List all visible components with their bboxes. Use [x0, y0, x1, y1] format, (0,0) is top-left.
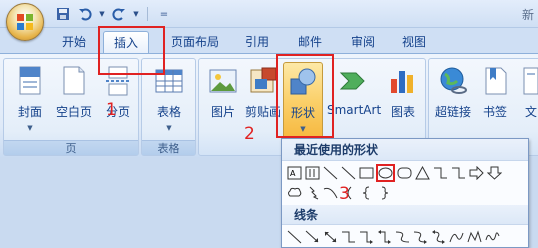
bookmark-label: 书签	[482, 105, 507, 119]
page-break-label: 分页	[105, 105, 130, 119]
cross-reference-label: 文	[524, 105, 537, 119]
save-icon[interactable]	[54, 5, 72, 23]
curve-shape[interactable]	[322, 184, 339, 202]
svg-text:A: A	[290, 169, 296, 178]
chart-button[interactable]: 图表	[383, 62, 423, 140]
annotation-box-insert-tab	[98, 26, 165, 75]
tab-view[interactable]: 视图	[394, 31, 434, 53]
elbow-arrow-connector-shape[interactable]	[358, 228, 375, 246]
tab-review[interactable]: 审阅	[343, 31, 383, 53]
tab-references[interactable]: 引用	[237, 31, 277, 53]
cover-page-button[interactable]: 封面 ▼	[6, 62, 54, 140]
rounded-rectangle-shape[interactable]	[396, 164, 413, 182]
group-label-pages: 页	[4, 140, 138, 155]
blank-page-label: 空白页	[55, 105, 92, 119]
right-brace-shape[interactable]	[376, 184, 393, 202]
office-button[interactable]	[6, 3, 44, 41]
freeform-shape[interactable]	[466, 228, 483, 246]
customize-icon[interactable]: =	[155, 5, 173, 23]
curved-arrow-connector-shape[interactable]	[412, 228, 429, 246]
chevron-down-icon[interactable]: ▼	[98, 5, 106, 23]
vertical-text-box-shape[interactable]	[304, 164, 321, 182]
cover-page-label: 封面	[17, 105, 42, 119]
chart-label: 图表	[390, 105, 415, 119]
chart-icon	[387, 65, 419, 97]
curved-double-arrow-connector-shape[interactable]	[430, 228, 447, 246]
quick-access-toolbar: ▼ ▼ =	[54, 5, 173, 23]
lines-header: 线条	[282, 205, 528, 225]
undo-icon[interactable]	[76, 5, 94, 23]
lightning-bolt-shape[interactable]	[304, 184, 321, 202]
tab-mailings[interactable]: 邮件	[290, 31, 330, 53]
window-title: 新	[521, 8, 534, 22]
triangle-shape[interactable]	[414, 164, 431, 182]
smartart-label: SmartArt	[327, 103, 382, 117]
cross-reference-icon	[520, 65, 538, 97]
blank-page-icon	[58, 65, 90, 97]
smartart-button[interactable]: SmartArt	[327, 62, 381, 140]
table-label: 表格	[156, 105, 181, 119]
separator	[147, 7, 148, 21]
hyperlink-icon	[437, 65, 469, 97]
blank-page-button[interactable]: 空白页	[50, 62, 98, 140]
elbow-connector-shape[interactable]	[340, 228, 357, 246]
shapes-gallery: 最近使用的形状 A 线条	[281, 138, 529, 248]
chevron-down-icon: ▼	[166, 124, 172, 132]
redo-icon[interactable]	[110, 5, 128, 23]
cloud-callout-shape[interactable]	[286, 184, 303, 202]
chevron-down-icon[interactable]: ▼	[132, 5, 140, 23]
arrow-line-shape[interactable]	[304, 228, 321, 246]
double-arrow-line-shape[interactable]	[322, 228, 339, 246]
title-bar: ▼ ▼ = 新	[0, 0, 538, 28]
recent-shapes-row-1: A	[286, 163, 503, 183]
annotation-number: 2	[244, 124, 255, 144]
clip-art-icon	[247, 65, 279, 97]
lines-shapes-row	[286, 227, 501, 247]
down-arrow-shape[interactable]	[486, 164, 503, 182]
text-box-shape[interactable]: A	[286, 164, 303, 182]
line-shape[interactable]	[322, 164, 339, 182]
hyperlink-button[interactable]: 超链接	[429, 62, 477, 140]
group-label-tables: 表格	[142, 140, 195, 155]
scribble-shape[interactable]	[484, 228, 501, 246]
chevron-down-icon: ▼	[27, 124, 33, 132]
annotation-number: 1	[106, 100, 117, 120]
recent-shapes-header: 最近使用的形状	[282, 139, 528, 161]
oval-shape[interactable]	[376, 164, 395, 182]
elbow-arrow-connector-shape[interactable]	[450, 164, 467, 182]
arrow-line-shape[interactable]	[340, 164, 357, 182]
curve-shape[interactable]	[448, 228, 465, 246]
rectangle-shape[interactable]	[358, 164, 375, 182]
annotation-number: 3	[339, 184, 350, 204]
hyperlink-label: 超链接	[434, 105, 471, 119]
elbow-double-arrow-connector-shape[interactable]	[376, 228, 393, 246]
cover-page-icon	[14, 65, 46, 97]
smartart-icon	[338, 65, 370, 97]
elbow-connector-shape[interactable]	[432, 164, 449, 182]
bookmark-icon	[479, 65, 511, 97]
picture-icon	[207, 65, 239, 97]
tab-page-layout[interactable]: 页面布局	[160, 31, 230, 53]
curved-connector-shape[interactable]	[394, 228, 411, 246]
ribbon-tabs: 开始 插入 页面布局 引用 邮件 审阅 视图	[0, 28, 538, 53]
bookmark-button[interactable]: 书签	[475, 62, 515, 140]
office-logo-icon	[17, 14, 33, 30]
annotation-box-shapes-button	[276, 54, 334, 138]
tab-home[interactable]: 开始	[54, 31, 94, 53]
left-brace-shape[interactable]	[358, 184, 375, 202]
cross-reference-button[interactable]: 文	[519, 62, 538, 140]
line-shape[interactable]	[286, 228, 303, 246]
right-arrow-shape[interactable]	[468, 164, 485, 182]
